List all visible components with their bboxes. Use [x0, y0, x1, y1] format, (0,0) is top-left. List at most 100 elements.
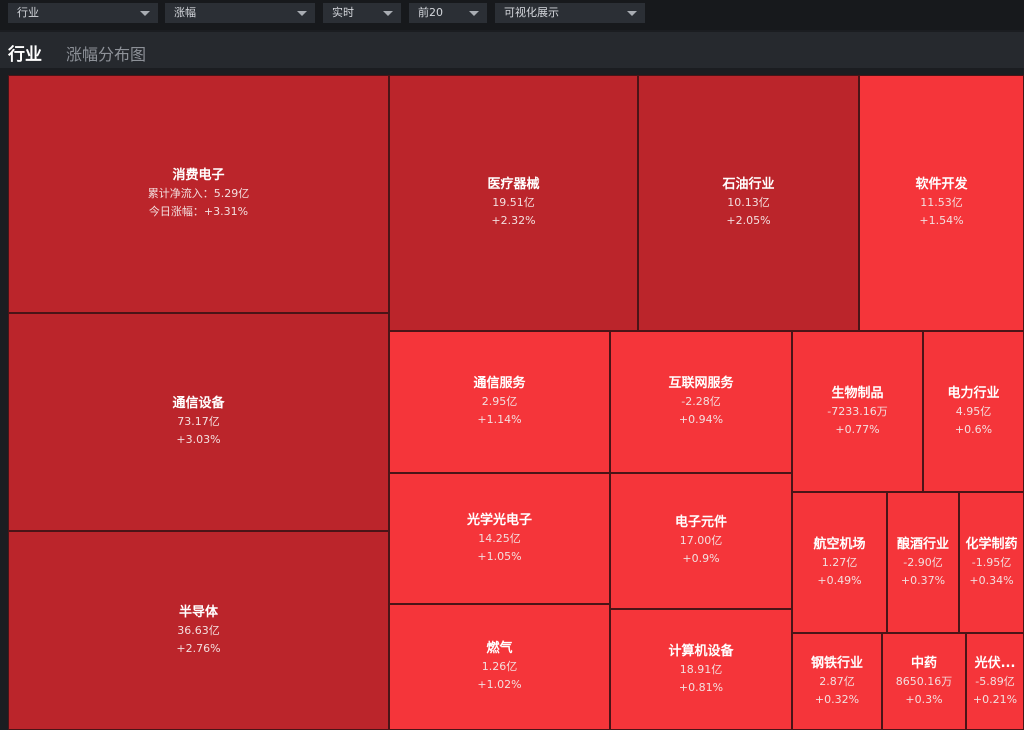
treemap-tile-featured[interactable]: 消费电子 累计净流入：5.29亿 今日涨幅：+3.31%: [8, 75, 389, 313]
tile-inflow: -1.95亿: [971, 555, 1012, 569]
tile-change: +2.76%: [176, 641, 221, 655]
treemap-tile[interactable]: 医疗器械 19.51亿 +2.32%: [389, 75, 638, 331]
tile-inflow: 17.00亿: [679, 534, 723, 547]
treemap-tile[interactable]: 通信设备 73.17亿 +3.03%: [8, 313, 389, 531]
top-n-dropdown[interactable]: 前20: [409, 3, 487, 23]
tile-change: +0.9%: [682, 552, 720, 565]
tile-name: 中药: [910, 655, 937, 671]
tile-inflow: 8650.16万: [895, 674, 953, 688]
treemap-tile[interactable]: 航空机场 1.27亿 +0.49%: [792, 492, 887, 633]
tile-name: 化学制药: [965, 536, 1018, 552]
treemap-tile[interactable]: 电力行业 4.95亿 +0.6%: [923, 331, 1024, 492]
tile-name: 钢铁行业: [810, 655, 863, 671]
tile-change: +2.05%: [726, 214, 771, 227]
panel-title: 行业: [8, 45, 42, 65]
tile-name: 医疗器械: [487, 177, 540, 192]
chevron-down-icon: [383, 11, 393, 16]
tile-name: 计算机设备: [668, 643, 734, 659]
tile-name: 石油行业: [722, 177, 775, 192]
tile-name: 通信服务: [473, 376, 526, 391]
treemap-tile[interactable]: 软件开发 11.53亿 +1.54%: [859, 75, 1024, 331]
chevron-down-icon: [297, 11, 307, 16]
tile-change: +1.14%: [477, 413, 522, 426]
tile-name: 光学光电子: [466, 512, 532, 528]
tile-name: 消费电子: [172, 168, 225, 183]
tile-change: +0.81%: [678, 680, 724, 694]
tile-name: 电子元件: [674, 515, 727, 530]
tile-change: +0.34%: [969, 573, 1014, 587]
tile-inflow: -7233.16万: [827, 404, 888, 418]
treemap-tile[interactable]: 半导体 36.63亿 +2.76%: [8, 531, 389, 730]
industry-treemap: 消费电子 累计净流入：5.29亿 今日涨幅：+3.31% 通信设备 73.17亿…: [8, 75, 1024, 730]
tile-inflow: 36.63亿: [177, 623, 220, 637]
tile-change: +0.21%: [972, 692, 1018, 706]
tile-name: 通信设备: [172, 396, 225, 411]
tile-change: +1.54%: [919, 214, 964, 227]
tile-inflow: 14.25亿: [478, 531, 521, 545]
category-dropdown[interactable]: 行业: [8, 3, 158, 23]
panel-subtitle: 涨幅分布图: [66, 45, 147, 64]
category-dropdown-label: 行业: [17, 6, 39, 19]
treemap-tile[interactable]: 光伏... -5.89亿 +0.21%: [966, 633, 1024, 730]
treemap-tile[interactable]: 计算机设备 18.91亿 +0.81%: [610, 609, 792, 730]
tile-inflow: -5.89亿: [975, 674, 1015, 688]
tile-change: 今日涨幅：+3.31%: [148, 205, 249, 218]
metric-dropdown-label: 涨幅: [174, 6, 196, 19]
treemap-tile[interactable]: 互联网服务 -2.28亿 +0.94%: [610, 331, 792, 473]
chevron-down-icon: [140, 11, 150, 16]
tile-change: +0.3%: [905, 692, 943, 706]
tile-change: +3.03%: [176, 433, 221, 446]
tile-change: +1.05%: [477, 549, 522, 563]
view-mode-dropdown-label: 可视化展示: [504, 6, 559, 19]
tile-change: +0.49%: [817, 573, 862, 587]
tile-name: 酿酒行业: [896, 536, 949, 552]
filter-bar: 行业 涨幅 实时 前20 可视化展示: [0, 0, 1024, 30]
tile-change: +0.77%: [835, 422, 880, 436]
tile-inflow: 累计净流入：5.29亿: [147, 187, 250, 200]
treemap-tile[interactable]: 钢铁行业 2.87亿 +0.32%: [792, 633, 882, 730]
treemap-tile[interactable]: 光学光电子 14.25亿 +1.05%: [389, 473, 610, 604]
chevron-down-icon: [627, 11, 637, 16]
tile-name: 燃气: [486, 641, 513, 656]
tile-inflow: 18.91亿: [679, 662, 723, 676]
tile-name: 航空机场: [813, 536, 866, 552]
metric-dropdown[interactable]: 涨幅: [165, 3, 315, 23]
tile-inflow: 19.51亿: [492, 196, 535, 209]
tile-inflow: 11.53亿: [920, 196, 963, 209]
tile-inflow: 1.26亿: [481, 660, 518, 673]
tile-change: +2.32%: [491, 214, 536, 227]
treemap-tile[interactable]: 化学制药 -1.95亿 +0.34%: [959, 492, 1024, 633]
tile-name: 生物制品: [831, 385, 884, 401]
tile-name: 互联网服务: [668, 376, 734, 391]
tile-change: +1.02%: [477, 678, 522, 691]
tile-name: 软件开发: [915, 177, 968, 192]
treemap-tile[interactable]: 通信服务 2.95亿 +1.14%: [389, 331, 610, 473]
tile-change: +0.6%: [954, 422, 993, 436]
tile-inflow: 2.87亿: [819, 674, 855, 688]
treemap-tile[interactable]: 中药 8650.16万 +0.3%: [882, 633, 966, 730]
treemap-tile[interactable]: 石油行业 10.13亿 +2.05%: [638, 75, 859, 331]
tile-inflow: -2.90亿: [903, 555, 943, 569]
tile-inflow: -2.28亿: [681, 395, 721, 408]
treemap-tile[interactable]: 生物制品 -7233.16万 +0.77%: [792, 331, 923, 492]
view-mode-dropdown[interactable]: 可视化展示: [495, 3, 645, 23]
panel-header: 行业 涨幅分布图: [0, 32, 1024, 68]
top-n-dropdown-label: 前20: [418, 6, 443, 19]
tile-inflow: 1.27亿: [821, 555, 858, 569]
treemap-tile[interactable]: 燃气 1.26亿 +1.02%: [389, 604, 610, 730]
time-dropdown[interactable]: 实时: [323, 3, 401, 23]
tile-name: 光伏...: [974, 655, 1016, 671]
tile-name: 电力行业: [947, 385, 1000, 401]
treemap-tile[interactable]: 酿酒行业 -2.90亿 +0.37%: [887, 492, 959, 633]
tile-change: +0.94%: [678, 413, 724, 426]
tile-change: +0.32%: [814, 692, 860, 706]
tile-inflow: 4.95亿: [955, 404, 992, 418]
tile-name: 半导体: [178, 604, 218, 620]
chevron-down-icon: [469, 11, 479, 16]
time-dropdown-label: 实时: [332, 6, 354, 19]
tile-change: +0.37%: [900, 573, 946, 587]
tile-inflow: 10.13亿: [727, 196, 770, 209]
treemap-tile[interactable]: 电子元件 17.00亿 +0.9%: [610, 473, 792, 609]
tile-inflow: 73.17亿: [177, 415, 220, 428]
tile-inflow: 2.95亿: [481, 395, 518, 408]
